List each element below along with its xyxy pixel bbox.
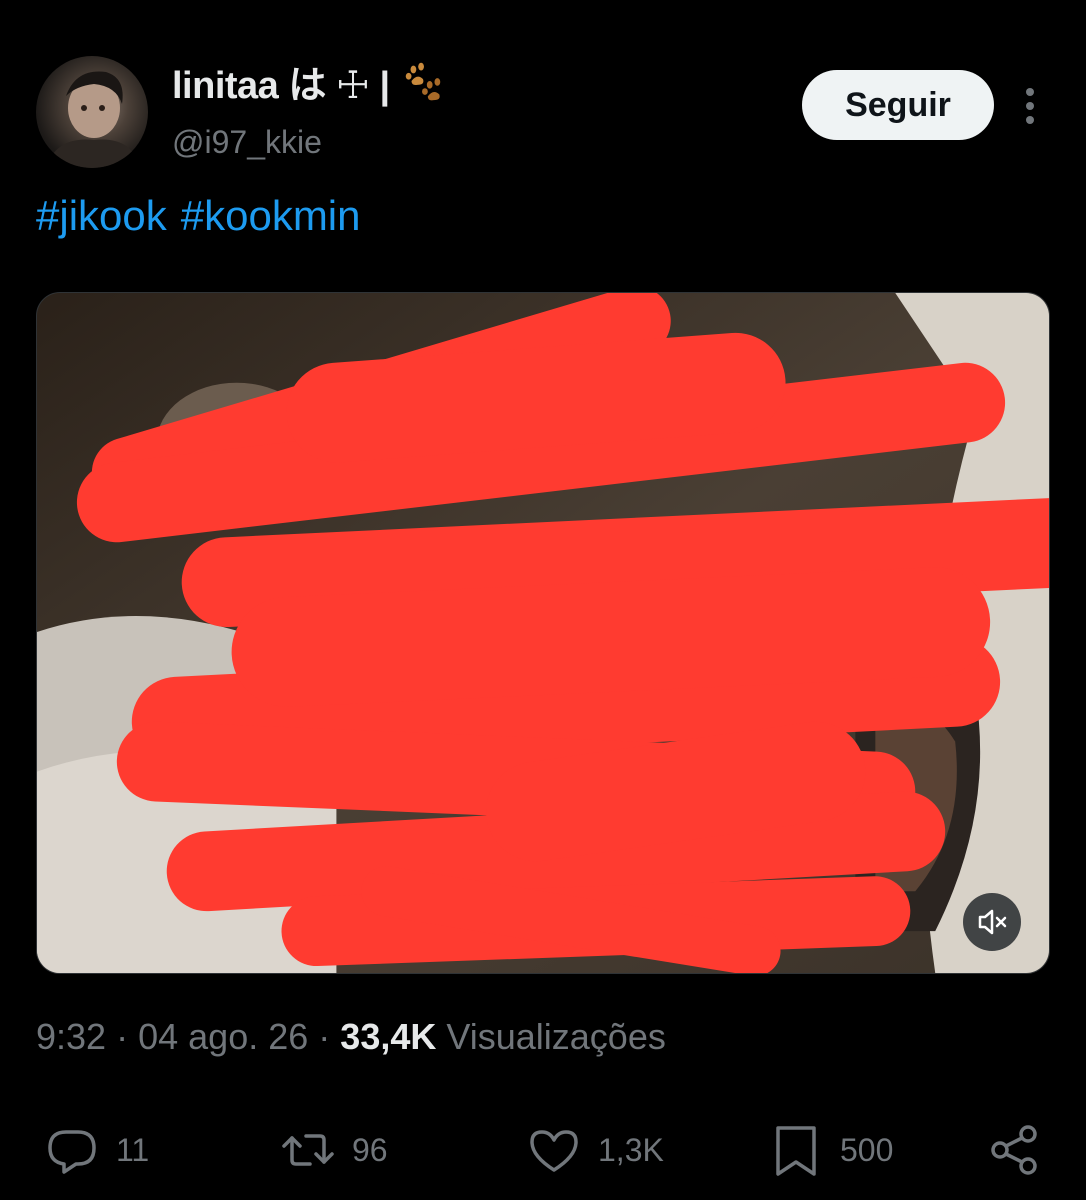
hashtag-link[interactable]: #kookmin bbox=[181, 192, 361, 239]
paw-prints-icon bbox=[400, 58, 446, 104]
views-count[interactable]: 33,4K bbox=[340, 1016, 436, 1057]
reply-button[interactable]: 11 bbox=[42, 1108, 149, 1192]
heart-icon bbox=[530, 1130, 578, 1172]
bookmark-count: 500 bbox=[840, 1131, 894, 1168]
speaker-muted-icon bbox=[978, 909, 1007, 935]
views-label[interactable]: Visualizações bbox=[446, 1016, 665, 1057]
repost-count: 96 bbox=[352, 1131, 388, 1168]
post-time[interactable]: 9:32 bbox=[36, 1016, 106, 1057]
like-count: 1,3K bbox=[598, 1131, 664, 1168]
follow-button[interactable]: Seguir bbox=[802, 70, 994, 140]
video-frame bbox=[37, 293, 1049, 973]
more-options-icon[interactable] bbox=[1012, 84, 1048, 128]
meta-separator: · bbox=[116, 1016, 129, 1057]
post-text: #jikook #kookmin bbox=[36, 192, 375, 240]
video-player[interactable] bbox=[36, 292, 1050, 974]
reply-icon bbox=[48, 1130, 96, 1174]
share-button[interactable] bbox=[984, 1108, 1044, 1192]
author-name-row[interactable]: linitaa は ☩ | bbox=[172, 54, 446, 109]
share-icon bbox=[991, 1125, 1037, 1175]
author-display-name[interactable]: linitaa は ☩ | bbox=[172, 54, 390, 109]
author-handle[interactable]: @i97_kkie bbox=[172, 124, 322, 161]
bookmark-icon bbox=[776, 1126, 816, 1176]
repost-icon bbox=[282, 1134, 334, 1166]
unmute-button[interactable] bbox=[963, 893, 1021, 951]
hashtag-link[interactable]: #jikook bbox=[36, 192, 167, 239]
bookmark-button[interactable]: 500 bbox=[766, 1108, 893, 1192]
reply-count: 11 bbox=[116, 1131, 150, 1168]
redaction-scribble bbox=[76, 293, 1049, 973]
repost-button[interactable]: 96 bbox=[278, 1108, 388, 1192]
action-bar: 11 96 1,3K 500 bbox=[0, 1108, 1086, 1192]
post-date[interactable]: 04 ago. 26 bbox=[138, 1016, 308, 1057]
like-button[interactable]: 1,3K bbox=[524, 1108, 664, 1192]
post-meta: 9:32 · 04 ago. 26 · 33,4K Visualizações bbox=[36, 1016, 666, 1058]
avatar[interactable] bbox=[36, 56, 148, 168]
meta-separator: · bbox=[318, 1016, 331, 1057]
